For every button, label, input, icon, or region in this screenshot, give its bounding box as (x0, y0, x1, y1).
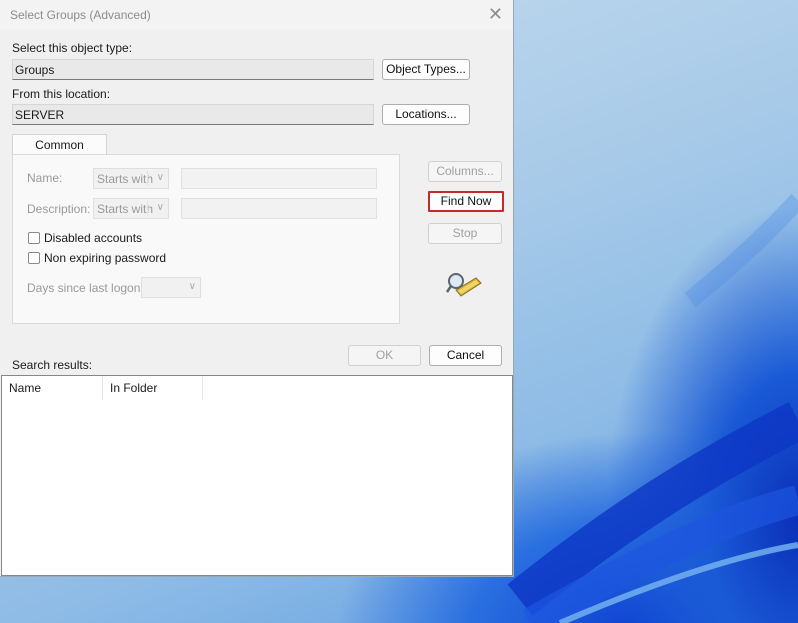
columns-button[interactable]: Columns... (428, 161, 502, 182)
description-label: Description: (27, 202, 91, 216)
title-bar: Select Groups (Advanced) ✕ (0, 0, 513, 30)
non-expiring-password-label: Non expiring password (44, 251, 167, 265)
ok-button[interactable]: OK (348, 345, 421, 366)
cancel-button[interactable]: Cancel (429, 345, 502, 366)
name-mode-select[interactable]: Starts with ∨ (93, 168, 169, 189)
name-input[interactable] (181, 168, 377, 189)
close-icon[interactable]: ✕ (488, 4, 503, 25)
location-field: SERVER (12, 104, 374, 125)
chevron-down-icon: ∨ (188, 281, 196, 292)
search-results-label: Search results: (12, 358, 93, 372)
object-type-label: Select this object type: (12, 41, 133, 55)
column-header-name[interactable]: Name (2, 376, 103, 400)
non-expiring-password-checkbox[interactable] (28, 252, 40, 264)
find-now-button[interactable]: Find Now (428, 191, 504, 212)
tab-common-queries[interactable]: Common Queries (12, 134, 107, 172)
disabled-accounts-label: Disabled accounts (44, 231, 143, 245)
chevron-down-icon: ∨ (156, 172, 164, 183)
object-types-button[interactable]: Object Types... (382, 59, 470, 80)
locations-button[interactable]: Locations... (382, 104, 470, 125)
days-since-logon-select[interactable]: ∨ (141, 277, 201, 298)
description-mode-select[interactable]: Starts with ∨ (93, 198, 169, 219)
search-flashlight-icon (446, 273, 482, 297)
column-header-in-folder[interactable]: In Folder (103, 376, 203, 400)
name-label: Name: (27, 171, 63, 185)
days-since-logon-label: Days since last logon: (27, 281, 144, 295)
description-mode-value: Starts with (97, 202, 154, 216)
window-title: Select Groups (Advanced) (10, 8, 151, 22)
name-mode-divider (147, 171, 148, 186)
chevron-down-icon: ∨ (156, 202, 164, 213)
stop-button[interactable]: Stop (428, 223, 502, 244)
common-queries-pane: Name: Starts with ∨ Description: Starts … (12, 154, 400, 324)
location-label: From this location: (12, 87, 111, 101)
description-mode-divider (147, 201, 148, 216)
search-results-list[interactable]: Name In Folder (1, 375, 513, 576)
description-input[interactable] (181, 198, 377, 219)
select-groups-dialog: Select Groups (Advanced) ✕ Select this o… (0, 0, 514, 577)
disabled-accounts-checkbox[interactable] (28, 232, 40, 244)
object-type-field: Groups (12, 59, 374, 80)
name-mode-value: Starts with (97, 172, 154, 186)
